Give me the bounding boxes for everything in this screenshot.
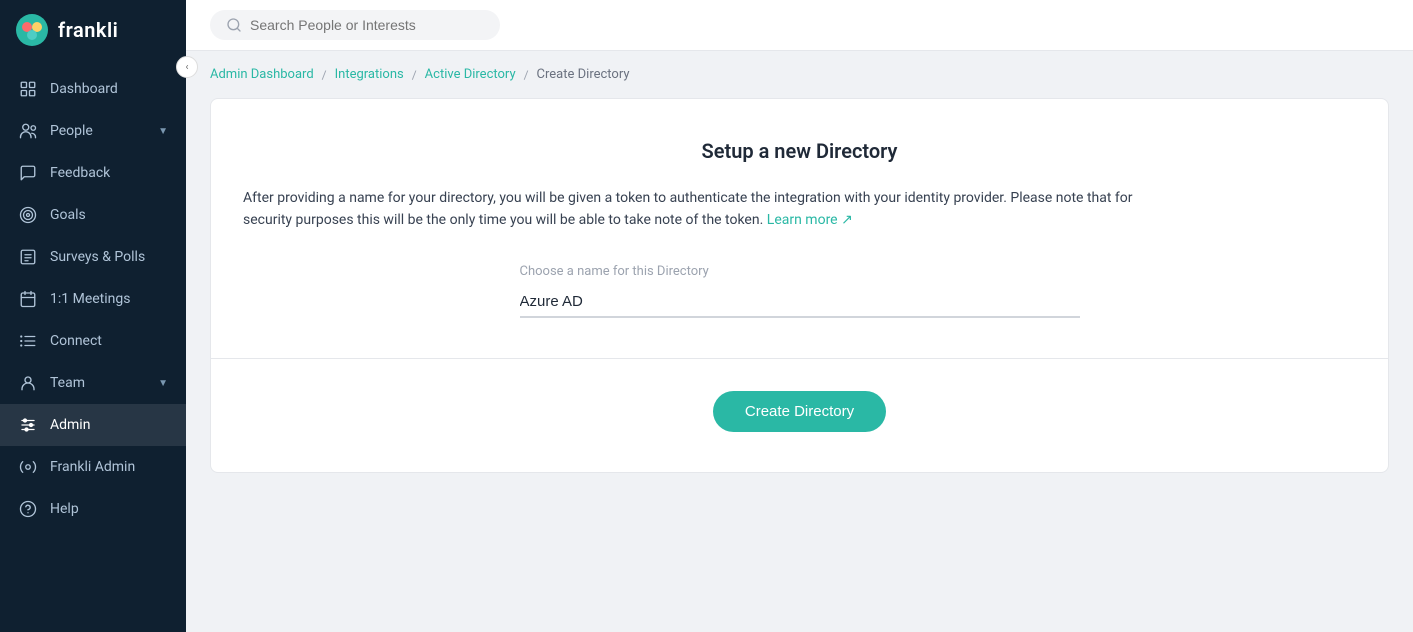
breadcrumb: Admin Dashboard / Integrations / Active … <box>210 67 1389 82</box>
sidebar-collapse-button[interactable]: ‹ <box>176 56 198 78</box>
logo-text: frankli <box>58 18 118 42</box>
sidebar-item-help-label: Help <box>50 501 168 517</box>
breadcrumb-active-directory[interactable]: Active Directory <box>425 67 516 82</box>
main-area: Admin Dashboard / Integrations / Active … <box>186 0 1413 632</box>
frankli-logo-icon <box>16 14 48 46</box>
sidebar-item-frankli-admin[interactable]: Frankli Admin <box>0 446 186 488</box>
sidebar-item-surveys[interactable]: Surveys & Polls <box>0 236 186 278</box>
admin-icon <box>18 415 38 435</box>
sidebar-item-help[interactable]: Help <box>0 488 186 530</box>
surveys-icon <box>18 247 38 267</box>
sidebar: frankli ‹ Dashboard People ▼ Feedback <box>0 0 186 632</box>
search-input[interactable] <box>250 17 484 33</box>
sidebar-item-admin-label: Admin <box>50 417 168 433</box>
sidebar-item-connect-label: Connect <box>50 333 168 349</box>
feedback-icon <box>18 163 38 183</box>
frankli-admin-icon <box>18 457 38 477</box>
sidebar-nav: Dashboard People ▼ Feedback Goals <box>0 60 186 632</box>
breadcrumb-create-directory: Create Directory <box>537 67 630 82</box>
search-icon <box>226 17 242 33</box>
setup-card: Setup a new Directory After providing a … <box>210 98 1389 473</box>
sidebar-item-team[interactable]: Team ▼ <box>0 362 186 404</box>
breadcrumb-admin-dashboard[interactable]: Admin Dashboard <box>210 67 314 82</box>
sidebar-item-goals-label: Goals <box>50 207 168 223</box>
form-label: Choose a name for this Directory <box>520 264 1080 279</box>
sidebar-item-goals[interactable]: Goals <box>0 194 186 236</box>
search-bar[interactable] <box>210 10 500 40</box>
goals-icon <box>18 205 38 225</box>
sidebar-item-surveys-label: Surveys & Polls <box>50 249 168 265</box>
breadcrumb-integrations[interactable]: Integrations <box>335 67 404 82</box>
connect-icon <box>18 331 38 351</box>
team-icon <box>18 373 38 393</box>
sidebar-item-people[interactable]: People ▼ <box>0 110 186 152</box>
sidebar-item-meetings-label: 1:1 Meetings <box>50 291 168 307</box>
page-description: After providing a name for your director… <box>243 187 1143 232</box>
help-icon <box>18 499 38 519</box>
sidebar-item-frankli-admin-label: Frankli Admin <box>50 459 168 475</box>
content-area: Admin Dashboard / Integrations / Active … <box>186 51 1413 632</box>
sidebar-item-admin[interactable]: Admin <box>0 404 186 446</box>
create-directory-button[interactable]: Create Directory <box>713 391 886 432</box>
team-chevron-icon: ▼ <box>158 378 168 389</box>
breadcrumb-sep-3: / <box>524 68 529 82</box>
meetings-icon <box>18 289 38 309</box>
sidebar-item-dashboard-label: Dashboard <box>50 81 168 97</box>
description-text: After providing a name for your director… <box>243 190 1133 228</box>
topbar <box>186 0 1413 51</box>
directory-name-input[interactable] <box>520 287 1080 318</box>
sidebar-item-meetings[interactable]: 1:1 Meetings <box>0 278 186 320</box>
breadcrumb-sep-2: / <box>412 68 417 82</box>
sidebar-item-team-label: Team <box>50 375 146 391</box>
people-chevron-icon: ▼ <box>158 126 168 137</box>
logo-area: frankli <box>0 0 186 60</box>
sidebar-item-people-label: People <box>50 123 146 139</box>
people-icon <box>18 121 38 141</box>
breadcrumb-sep-1: / <box>322 68 327 82</box>
sidebar-item-feedback-label: Feedback <box>50 165 168 181</box>
card-divider <box>211 358 1388 359</box>
sidebar-item-connect[interactable]: Connect <box>0 320 186 362</box>
sidebar-item-dashboard[interactable]: Dashboard <box>0 68 186 110</box>
page-title: Setup a new Directory <box>243 139 1356 163</box>
learn-more-link[interactable]: Learn more ↗ <box>767 212 853 228</box>
external-link-icon: ↗ <box>841 212 853 228</box>
sidebar-item-feedback[interactable]: Feedback <box>0 152 186 194</box>
dashboard-icon <box>18 79 38 99</box>
directory-name-form-group: Choose a name for this Directory <box>520 264 1080 318</box>
